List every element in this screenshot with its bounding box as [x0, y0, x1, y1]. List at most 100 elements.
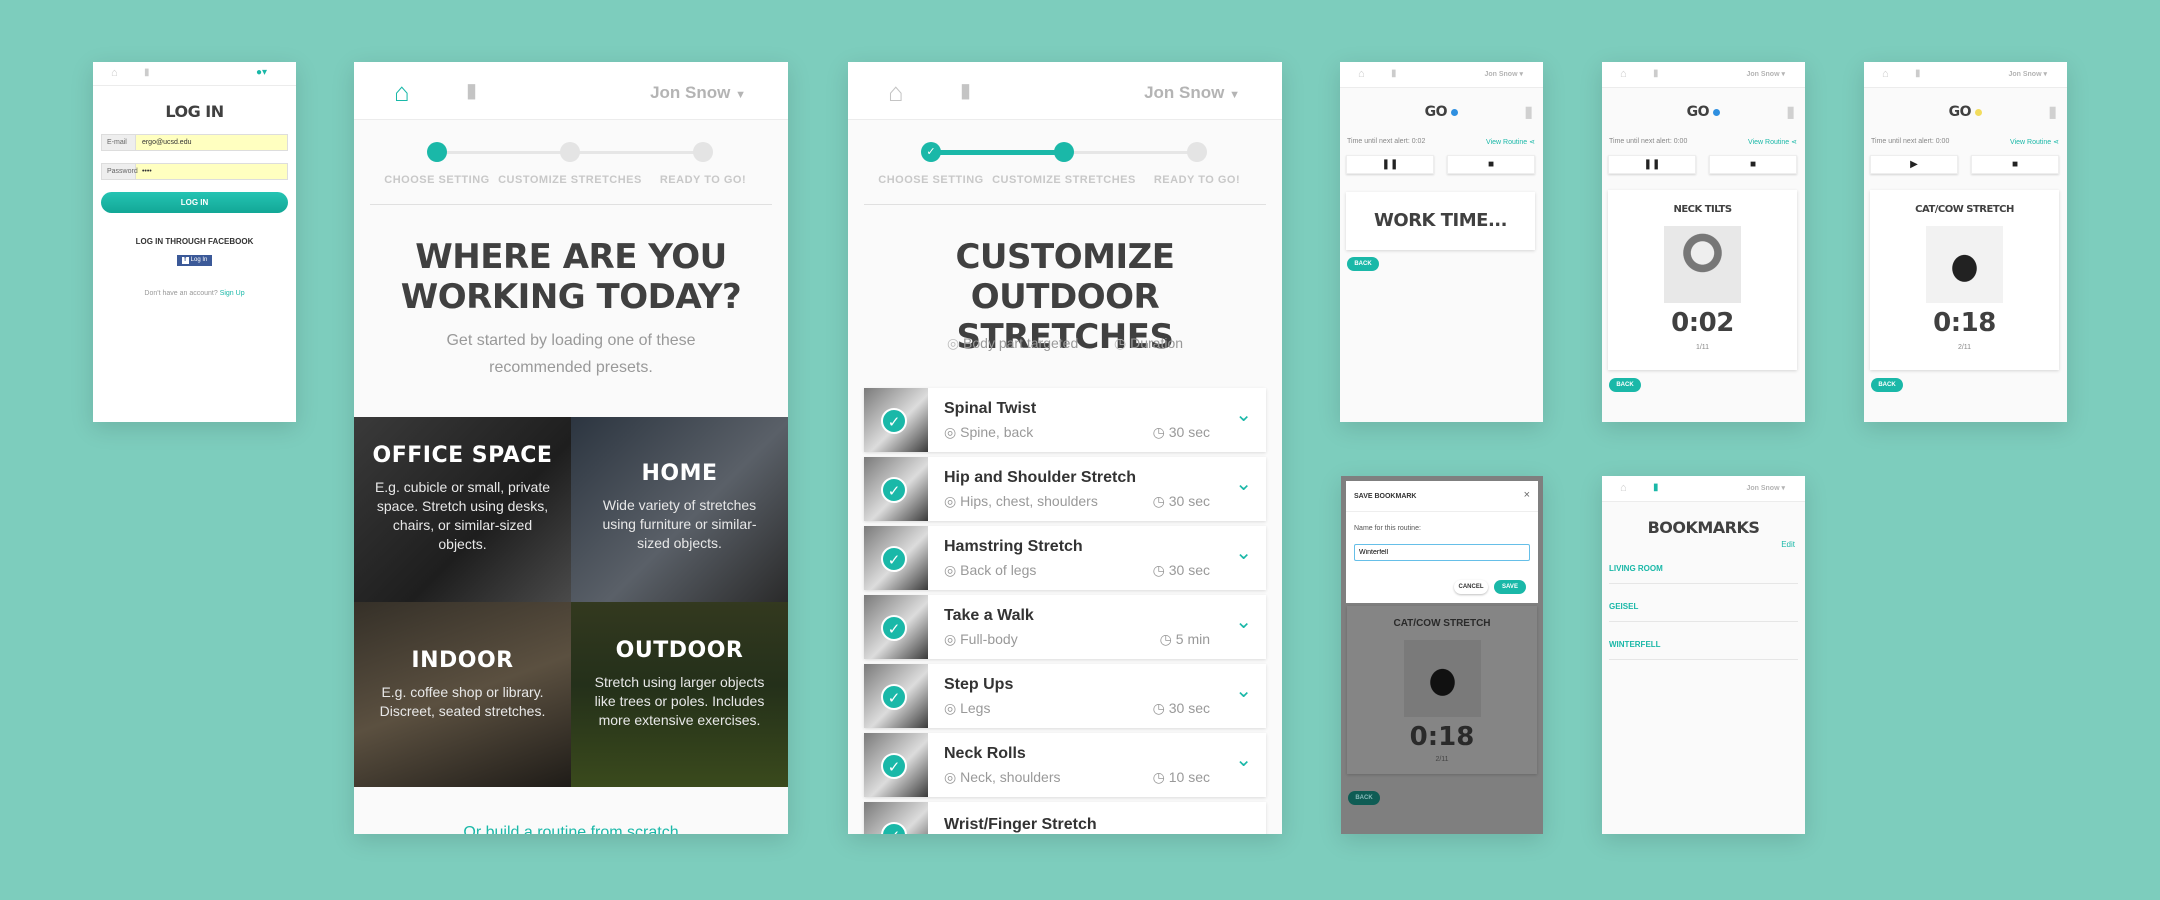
user-menu[interactable]: Jon Snow ▾	[1746, 70, 1785, 78]
step-dot-3[interactable]	[693, 142, 713, 162]
stretch-card[interactable]: ✓ Neck Rolls ◎ Neck, shoulders ◷ 10 sec …	[864, 733, 1266, 797]
user-menu[interactable]: Jon Snow ▾	[2008, 70, 2047, 78]
share-icon: ⋖	[1529, 139, 1535, 146]
password-field[interactable]: Password ••••	[101, 163, 288, 180]
view-routine-link[interactable]: View Routine ⋖	[2010, 138, 2059, 146]
home-icon[interactable]: ⌂	[1620, 68, 1627, 80]
stretch-card[interactable]: ✓ Take a Walk ◎ Full-body ◷ 5 min ⌄	[864, 595, 1266, 659]
home-icon[interactable]: ⌂	[888, 77, 904, 108]
view-routine-link[interactable]: View Routine ⋖	[1486, 138, 1535, 146]
exercise-photo	[1926, 226, 2003, 303]
login-button[interactable]: LOG IN	[101, 192, 288, 213]
signup-link[interactable]: Sign Up	[220, 290, 245, 297]
home-icon[interactable]: ⌂	[1620, 482, 1627, 494]
step-dot-2[interactable]	[560, 142, 580, 162]
tile-office-space[interactable]: OFFICE SPACE E.g. cubicle or small, priv…	[354, 417, 571, 602]
alert-timer: Time until next alert: 0:00	[1609, 138, 1688, 145]
routine-name-input[interactable]	[1354, 544, 1530, 561]
email-label: E-mail	[102, 135, 136, 150]
stretch-card[interactable]: ✓ Wrist/Finger Stretch	[864, 802, 1266, 834]
stretch-card[interactable]: ✓ Hip and Shoulder Stretch ◎ Hips, chest…	[864, 457, 1266, 521]
back-button[interactable]: BACK	[1348, 791, 1380, 805]
home-icon[interactable]: ⌂	[1358, 68, 1365, 80]
bookmark-icon[interactable]: ▮	[1524, 102, 1533, 122]
user-menu[interactable]: Jon Snow ▾	[1746, 484, 1785, 492]
bookmark-icon[interactable]: ▮	[960, 78, 971, 103]
tile-desc: Stretch using larger objects like trees …	[594, 674, 765, 728]
bookmark-item[interactable]: GEISEL	[1609, 602, 1798, 622]
user-menu[interactable]: Jon Snow ▼	[650, 83, 746, 103]
tile-home[interactable]: HOME Wide variety of stretches using fur…	[571, 417, 788, 602]
bookmark-icon[interactable]: ▮	[1391, 68, 1397, 79]
share-icon: ⋖	[2053, 139, 2059, 146]
check-icon[interactable]: ✓	[881, 477, 907, 503]
user-menu[interactable]: Jon Snow ▾	[1484, 70, 1523, 78]
stretch-duration: ◷ 10 sec	[1152, 769, 1210, 785]
chevron-down-icon[interactable]: ⌄	[1235, 540, 1252, 565]
cancel-button[interactable]: CANCEL	[1454, 580, 1488, 594]
navbar: ⌂ ▮ Jon Snow ▼	[354, 62, 788, 120]
step-dot-2[interactable]	[1054, 142, 1074, 162]
play-button[interactable]: ▶	[1870, 155, 1958, 174]
build-from-scratch-link[interactable]: Or build a routine from scratch	[354, 824, 788, 834]
stretch-card[interactable]: ✓ Step Ups ◎ Legs ◷ 30 sec ⌄	[864, 664, 1266, 728]
chevron-down-icon[interactable]: ⌄	[1235, 609, 1252, 634]
routine-name-label: Name for this routine:	[1354, 525, 1421, 532]
bookmark-icon[interactable]: ▮	[466, 78, 477, 103]
stop-button[interactable]: ■	[1709, 155, 1797, 174]
step-dot-1[interactable]	[427, 142, 447, 162]
check-icon[interactable]: ✓	[881, 546, 907, 572]
stretch-card[interactable]: ✓ Spinal Twist ◎ Spine, back ◷ 30 sec ⌄	[864, 388, 1266, 452]
view-routine-link[interactable]: View Routine ⋖	[1748, 138, 1797, 146]
password-label: Password	[102, 164, 138, 179]
chevron-down-icon[interactable]: ⌄	[1235, 402, 1252, 427]
home-icon[interactable]: ⌂	[1882, 68, 1889, 80]
check-icon[interactable]: ✓	[881, 615, 907, 641]
clock-icon: ◷	[1152, 700, 1165, 716]
bookmark-icon[interactable]: ▮	[1786, 102, 1795, 122]
bookmark-icon[interactable]: ▮	[2048, 102, 2057, 122]
check-icon[interactable]: ✓	[881, 408, 907, 434]
stop-button[interactable]: ■	[1447, 155, 1535, 174]
stop-button[interactable]: ■	[1971, 155, 2059, 174]
step-dot-1[interactable]: ✓	[921, 142, 941, 162]
step-label-2: CUSTOMIZE STRETCHES	[992, 174, 1136, 186]
navbar: ⌂ ▮ Jon Snow ▾	[1602, 62, 1805, 88]
target-icon: ◎	[944, 493, 957, 509]
bookmark-icon[interactable]: ▮	[1653, 482, 1659, 493]
back-button[interactable]: BACK	[1609, 378, 1641, 392]
pause-button[interactable]: ❚❚	[1608, 155, 1696, 174]
user-menu[interactable]: Jon Snow ▼	[1144, 83, 1240, 103]
tile-outdoor[interactable]: OUTDOOR Stretch using larger objects lik…	[571, 602, 788, 787]
close-icon[interactable]: ×	[1524, 489, 1530, 501]
edit-link[interactable]: Edit	[1781, 540, 1795, 549]
home-icon[interactable]: ⌂	[394, 77, 410, 108]
bookmark-item[interactable]: WINTERFELL	[1609, 640, 1798, 660]
pause-button[interactable]: ❚❚	[1346, 155, 1434, 174]
tile-indoor[interactable]: INDOOR E.g. coffee shop or library. Disc…	[354, 602, 571, 787]
save-button[interactable]: SAVE	[1494, 580, 1526, 594]
check-icon[interactable]: ✓	[881, 753, 907, 779]
home-icon[interactable]: ⌂	[111, 67, 118, 79]
bookmark-icon[interactable]: ▮	[1915, 68, 1921, 79]
chevron-down-icon[interactable]: ⌄	[1235, 678, 1252, 703]
email-field[interactable]: E-mail ergo@ucsd.edu	[101, 134, 288, 151]
share-icon: ⋖	[1791, 139, 1797, 146]
bookmark-icon[interactable]: ▮	[144, 67, 150, 78]
stretch-name: Take a Walk	[944, 607, 1034, 624]
back-button[interactable]: BACK	[1871, 378, 1903, 392]
stretch-duration: ◷ 30 sec	[1152, 562, 1210, 578]
facebook-login-button[interactable]: f Log In	[177, 255, 212, 266]
check-icon[interactable]: ✓	[881, 684, 907, 710]
login-title: LOG IN	[165, 102, 224, 121]
back-button[interactable]: BACK	[1347, 257, 1379, 271]
bookmark-item[interactable]: LIVING ROOM	[1609, 564, 1798, 584]
chevron-down-icon[interactable]: ⌄	[1235, 471, 1252, 496]
stretch-card[interactable]: ✓ Hamstring Stretch ◎ Back of legs ◷ 30 …	[864, 526, 1266, 590]
chevron-down-icon[interactable]: ⌄	[1235, 747, 1252, 772]
bookmark-icon[interactable]: ▮	[1653, 68, 1659, 79]
go-neck-screen: ⌂ ▮ Jon Snow ▾ GO ▮ Time until next aler…	[1602, 62, 1805, 422]
status-dot	[1451, 109, 1459, 116]
step-dot-3[interactable]	[1187, 142, 1207, 162]
user-icon[interactable]: ●▾	[256, 67, 267, 78]
